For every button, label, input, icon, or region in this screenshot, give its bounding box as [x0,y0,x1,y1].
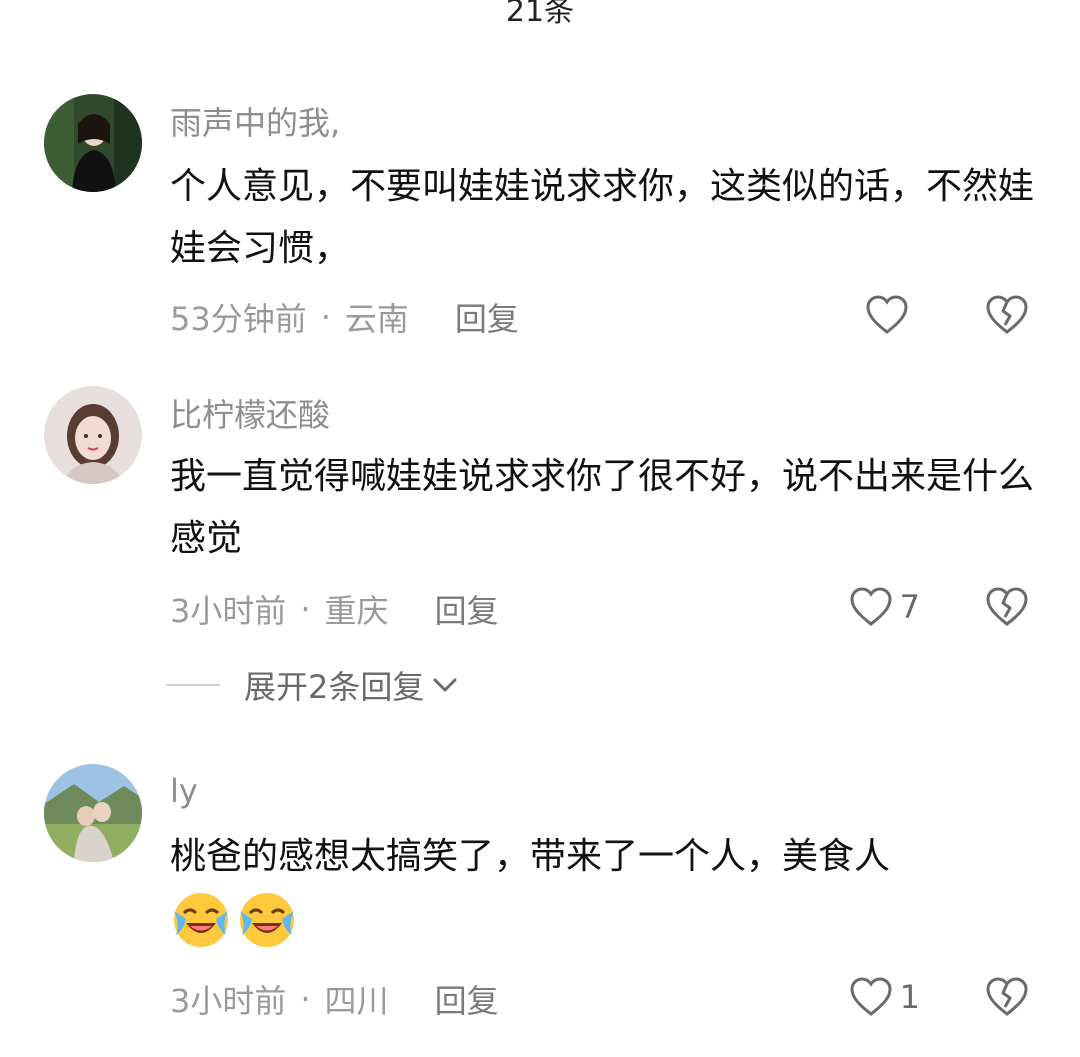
comment-text: 桃爸的感想太搞笑了，带来了一个人，美食人 [170,826,1050,951]
comment-time: 3小时前 [170,982,287,1020]
comment-location: 四川 [324,982,389,1020]
username[interactable]: ly [170,772,198,810]
dislike-button[interactable] [984,294,1030,336]
comment-meta: 3小时前 · 重庆 回复 [170,586,499,632]
expand-replies-label: 展开2条回复 [244,668,425,706]
comment-count-header: 21条 [505,0,575,29]
broken-heart-icon [986,977,1028,1016]
comment-meta: 3小时前 · 四川 回复 [170,976,499,1022]
avatar[interactable] [44,386,142,484]
comment-location: 云南 [344,300,409,338]
separator-dot: · [320,298,331,336]
broken-heart-icon [986,587,1028,626]
comment-text: 个人意见，不要叫娃娃说求求你，这类似的话，不然娃娃会习惯， [170,166,1035,269]
dislike-button[interactable] [984,586,1030,628]
reply-button[interactable]: 回复 [435,586,499,632]
like-button[interactable]: 7 [848,586,920,628]
broken-heart-icon [986,295,1028,334]
like-count: 7 [899,588,920,626]
like-button[interactable] [864,294,916,336]
avatar[interactable] [44,764,142,862]
reply-button[interactable]: 回复 [435,976,499,1022]
comment-meta: 53分钟前 · 云南 回复 [170,294,519,340]
comment-time: 3小时前 [170,592,287,630]
heart-outline-icon [850,587,892,626]
reply-button[interactable]: 回复 [455,294,519,340]
laughing-crying-emoji [236,889,298,951]
like-button[interactable]: 1 [848,976,920,1018]
heart-outline-icon [850,977,892,1016]
laughing-crying-emoji [170,889,232,951]
comment-time: 53分钟前 [170,300,307,338]
separator-dot: · [300,980,311,1018]
comment-text-body: 桃爸的感想太搞笑了，带来了一个人，美食人 [170,836,891,877]
comment-location: 重庆 [324,592,389,630]
comment-text: 我一直觉得喊娃娃说求求你了很不好，说不出来是什么感觉 [170,456,1035,559]
divider-line [166,684,220,686]
dislike-button[interactable] [984,976,1030,1018]
expand-replies-button[interactable]: 展开2条回复 [166,662,458,708]
username[interactable]: 雨声中的我, [170,98,340,144]
chevron-down-icon [433,678,457,692]
username[interactable]: 比柠檬还酸 [170,390,330,436]
like-count: 1 [899,978,920,1016]
heart-outline-icon [866,295,908,334]
separator-dot: · [300,590,311,628]
avatar[interactable] [44,94,142,192]
